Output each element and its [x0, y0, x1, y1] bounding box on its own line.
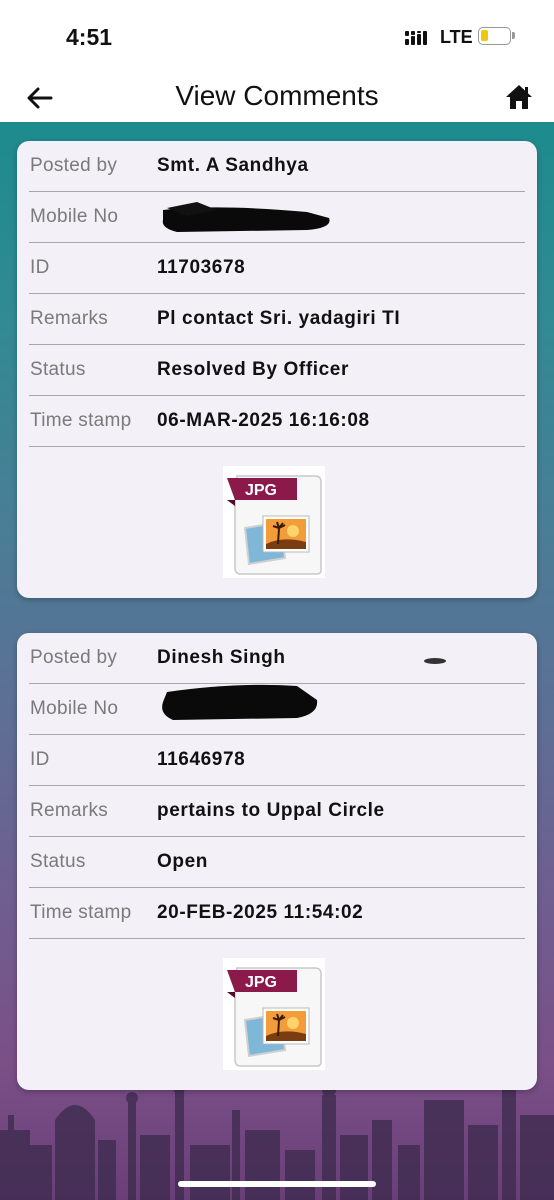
network-type: LTE — [440, 27, 473, 47]
posted-by-row: Posted by Dinesh Singh — [29, 633, 525, 684]
mobile-no-row: Mobile No — [29, 684, 525, 735]
status-value: Open — [157, 851, 208, 872]
home-icon[interactable] — [503, 81, 535, 113]
status-row: Status Open — [29, 837, 525, 888]
posted-by-value: Dinesh Singh — [157, 647, 286, 668]
id-label: ID — [30, 257, 50, 278]
svg-text:JPG: JPG — [245, 482, 277, 499]
remarks-label: Remarks — [30, 800, 109, 821]
time-stamp-value: 20-FEB-2025 11:54:02 — [157, 902, 364, 923]
time-stamp-label: Time stamp — [30, 410, 132, 431]
redaction-mark — [424, 658, 446, 664]
signal-strength-icon — [405, 31, 427, 45]
app-header: View Comments — [0, 74, 554, 122]
remarks-label: Remarks — [30, 308, 109, 329]
status-time: 4:51 — [66, 24, 113, 50]
battery-level — [481, 30, 488, 41]
mobile-no-label: Mobile No — [30, 206, 119, 227]
redaction-mark — [162, 202, 330, 232]
mobile-no-row: Mobile No — [29, 192, 525, 243]
jpg-attachment-icon[interactable]: JPG — [223, 958, 325, 1070]
id-row: ID 11646978 — [29, 735, 525, 786]
home-indicator[interactable] — [178, 1181, 376, 1187]
remarks-value: pertains to Uppal Circle — [157, 800, 385, 821]
id-value: 11646978 — [157, 749, 246, 770]
comment-card: Posted by Dinesh Singh Mobile No ID 1164… — [17, 633, 537, 1090]
time-stamp-value: 06-MAR-2025 16:16:08 — [157, 410, 370, 431]
time-stamp-label: Time stamp — [30, 902, 132, 923]
redaction-mark — [162, 684, 318, 720]
mobile-no-label: Mobile No — [30, 698, 119, 719]
time-stamp-row: Time stamp 20-FEB-2025 11:54:02 — [29, 888, 525, 939]
id-label: ID — [30, 749, 50, 770]
status-bar: 4:51 LTE — [0, 0, 554, 74]
status-label: Status — [30, 851, 86, 872]
comment-card: Posted by Smt. A Sandhya Mobile No ID 11… — [17, 141, 537, 598]
posted-by-label: Posted by — [30, 155, 118, 176]
time-stamp-row: Time stamp 06-MAR-2025 16:16:08 — [29, 396, 525, 447]
svg-text:JPG: JPG — [245, 974, 277, 991]
posted-by-label: Posted by — [30, 647, 118, 668]
posted-by-row: Posted by Smt. A Sandhya — [29, 141, 525, 192]
remarks-row: Remarks Pl contact Sri. yadagiri TI — [29, 294, 525, 345]
page-title: View Comments — [175, 80, 379, 111]
status-value: Resolved By Officer — [157, 359, 349, 380]
remarks-value: Pl contact Sri. yadagiri TI — [157, 308, 401, 329]
id-value: 11703678 — [157, 257, 246, 278]
remarks-row: Remarks pertains to Uppal Circle — [29, 786, 525, 837]
status-row: Status Resolved By Officer — [29, 345, 525, 396]
battery-tip — [512, 32, 515, 39]
battery-icon — [478, 27, 511, 45]
id-row: ID 11703678 — [29, 243, 525, 294]
status-label: Status — [30, 359, 86, 380]
posted-by-value: Smt. A Sandhya — [157, 155, 309, 176]
jpg-attachment-icon[interactable]: JPG — [223, 466, 325, 578]
